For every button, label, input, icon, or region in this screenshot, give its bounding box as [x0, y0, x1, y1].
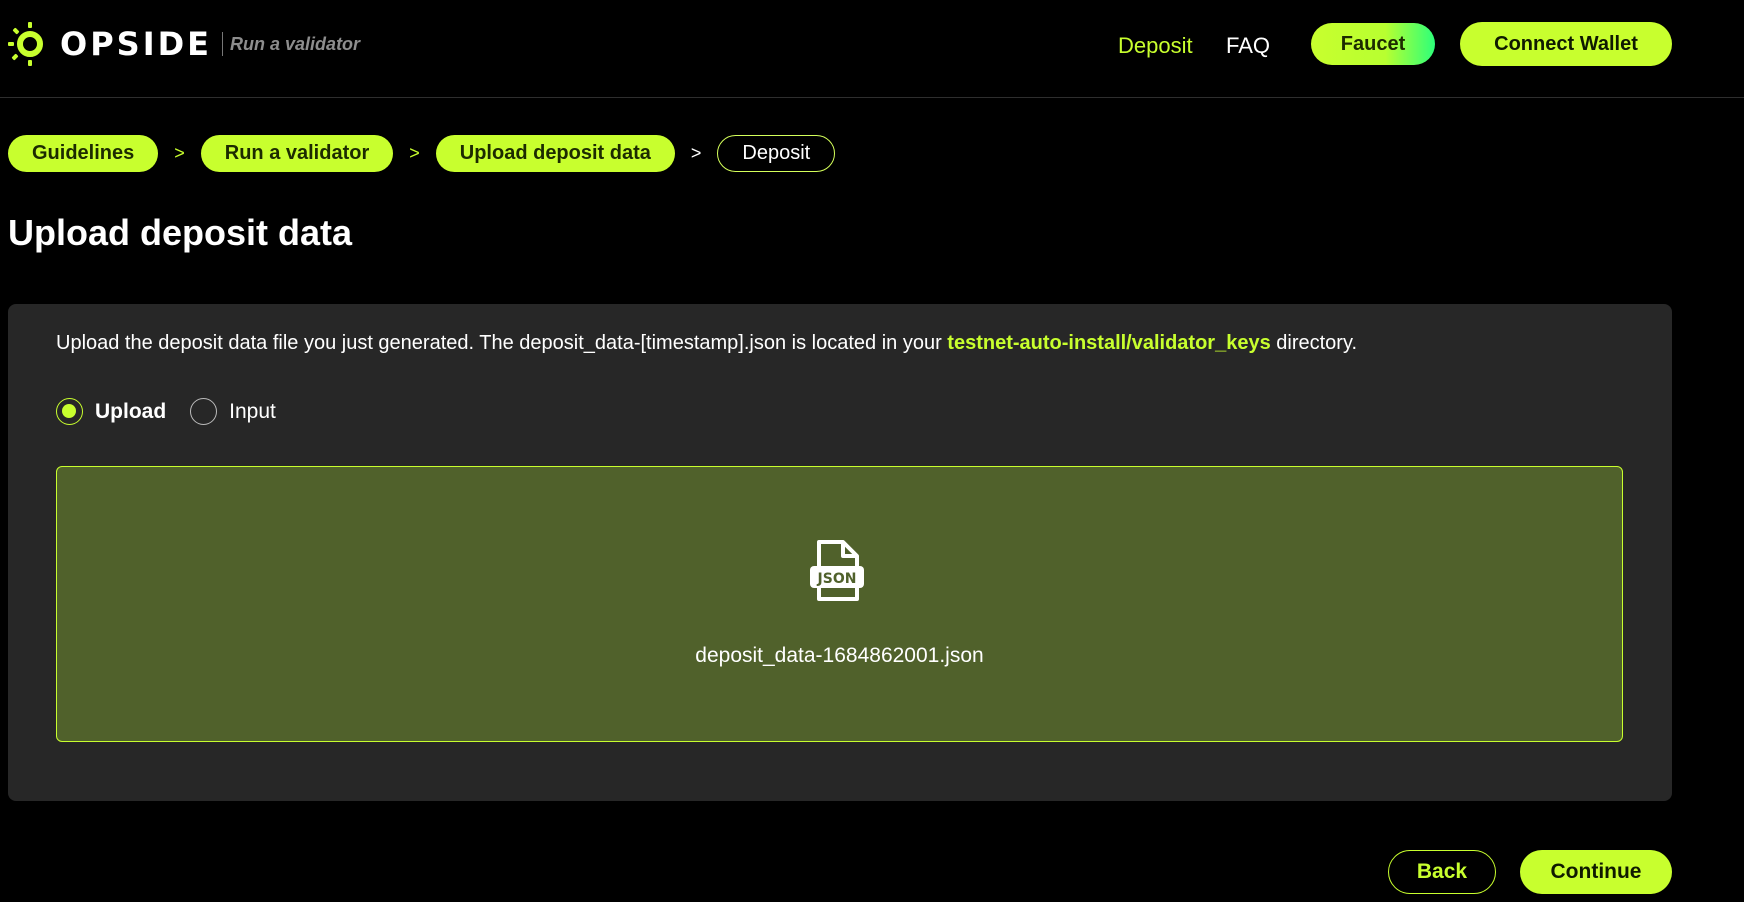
- radio-upload-label: Upload: [95, 399, 167, 423]
- logo-text: OPSIDE: [60, 25, 213, 63]
- instructions-text: Upload the deposit data file you just ge…: [56, 332, 948, 354]
- upload-card: Upload the deposit data file you just ge…: [8, 304, 1672, 801]
- faucet-button[interactable]: Faucet: [1311, 23, 1435, 65]
- breadcrumb-item-guidelines[interactable]: Guidelines: [8, 134, 159, 172]
- uploaded-file-name: deposit_data-1684862001.json: [695, 644, 984, 667]
- page-title: Upload deposit data: [8, 212, 353, 253]
- radio-input[interactable]: Input: [190, 398, 276, 425]
- file-dropzone[interactable]: JSON deposit_data-1684862001.json: [56, 466, 1623, 742]
- breadcrumb-separator: >: [690, 142, 702, 163]
- top-navbar: OPSIDE Run a validator Deposit FAQ Fauce…: [0, 0, 1744, 98]
- radio-input-label: Input: [229, 399, 276, 423]
- breadcrumb-item-run-validator[interactable]: Run a validator: [200, 134, 394, 172]
- radio-upload-indicator[interactable]: [56, 398, 83, 425]
- logo-divider: [222, 32, 224, 56]
- opside-logo[interactable]: OPSIDE Run a validator: [8, 22, 360, 66]
- breadcrumb-item-upload-deposit-data[interactable]: Upload deposit data: [435, 134, 675, 172]
- mode-radio-group: Upload Input: [56, 398, 300, 425]
- upload-instructions: Upload the deposit data file you just ge…: [56, 332, 1357, 355]
- nav-deposit-link[interactable]: Deposit: [1118, 33, 1193, 59]
- radio-upload[interactable]: Upload: [56, 398, 166, 425]
- connect-wallet-button[interactable]: Connect Wallet: [1460, 22, 1672, 66]
- breadcrumb-separator: >: [174, 142, 185, 163]
- continue-button[interactable]: Continue: [1520, 850, 1672, 894]
- radio-input-indicator[interactable]: [190, 398, 218, 425]
- directory-highlight: testnet-auto-install/validator_keys: [947, 332, 1271, 354]
- breadcrumb-item-deposit: Deposit: [717, 134, 836, 172]
- instructions-suffix: directory.: [1270, 332, 1358, 354]
- breadcrumb: Guidelines > Run a validator > Upload de…: [8, 134, 836, 172]
- logo-subtitle: Run a validator: [230, 33, 361, 54]
- opside-logo-icon: [8, 22, 43, 66]
- json-file-icon: JSON: [810, 540, 864, 601]
- breadcrumb-separator: >: [409, 142, 420, 163]
- back-button[interactable]: Back: [1388, 850, 1496, 894]
- nav-faq-link[interactable]: FAQ: [1226, 33, 1270, 59]
- json-icon-text: JSON: [817, 571, 857, 587]
